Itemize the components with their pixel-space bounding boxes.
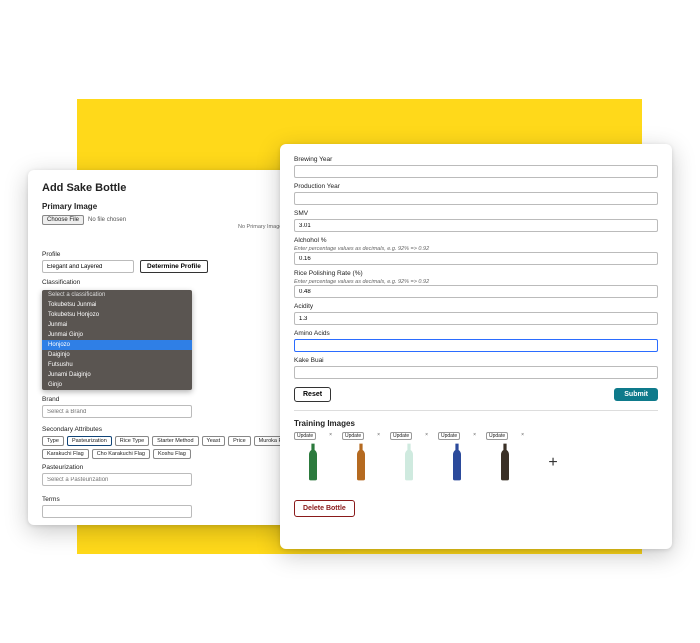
training-thumb: Update × bbox=[390, 432, 428, 482]
kake-buai-input[interactable] bbox=[294, 366, 658, 379]
smv-input[interactable] bbox=[294, 219, 658, 232]
bottle-icon bbox=[350, 442, 372, 482]
brand-select[interactable] bbox=[42, 405, 192, 418]
classification-option[interactable]: Honjozo bbox=[42, 340, 192, 350]
update-thumb-button[interactable]: Update bbox=[390, 432, 412, 440]
classification-option[interactable]: Tokubetsu Honjozo bbox=[42, 310, 192, 320]
classification-option[interactable]: Junmai bbox=[42, 320, 192, 330]
classification-option[interactable]: Daiginjo bbox=[42, 350, 192, 360]
amino-label: Amino Acids bbox=[294, 330, 658, 337]
training-thumb: Update × bbox=[486, 432, 524, 482]
acidity-label: Acidity bbox=[294, 303, 658, 310]
classification-option[interactable]: Junmai Ginjo bbox=[42, 330, 192, 340]
divider bbox=[294, 410, 658, 411]
attribute-chip[interactable]: Cho Karakuchi Flag bbox=[92, 449, 150, 459]
choose-file-button[interactable]: Choose File bbox=[42, 215, 84, 225]
brewing-year-label: Brewing Year bbox=[294, 156, 658, 163]
pasteurization-select[interactable] bbox=[42, 473, 192, 486]
smv-label: SMV bbox=[294, 210, 658, 217]
bottle-icon bbox=[302, 442, 324, 482]
alcohol-input[interactable] bbox=[294, 252, 658, 265]
no-file-text: No file chosen bbox=[88, 217, 126, 223]
remove-thumb-button[interactable]: × bbox=[329, 432, 332, 440]
classification-option[interactable]: Ginjo bbox=[42, 380, 192, 390]
classification-option-placeholder: Select a classification bbox=[42, 290, 192, 300]
attribute-chip[interactable]: Rice Type bbox=[115, 436, 149, 446]
profile-select[interactable] bbox=[42, 260, 134, 273]
delete-bottle-button[interactable]: Delete Bottle bbox=[294, 500, 355, 517]
terms-select[interactable] bbox=[42, 505, 192, 518]
polishing-label: Rice Polishing Rate (%) bbox=[294, 270, 658, 277]
alcohol-label: Alchohol % bbox=[294, 237, 658, 244]
kake-buai-label: Kake Buai bbox=[294, 357, 658, 364]
attribute-chip[interactable]: Koshu Flag bbox=[153, 449, 191, 459]
bottle-icon bbox=[446, 442, 468, 482]
training-images-row: Update × Update × Update × Update × Update × + bbox=[294, 432, 658, 488]
add-training-image-button[interactable]: + bbox=[534, 438, 572, 488]
remove-thumb-button[interactable]: × bbox=[377, 432, 380, 440]
bottle-icon bbox=[494, 442, 516, 482]
acidity-input[interactable] bbox=[294, 312, 658, 325]
attribute-chip[interactable]: Yeast bbox=[202, 436, 226, 446]
remove-thumb-button[interactable]: × bbox=[425, 432, 428, 440]
attribute-chip[interactable]: Type bbox=[42, 436, 64, 446]
remove-thumb-button[interactable]: × bbox=[521, 432, 524, 440]
reset-button[interactable]: Reset bbox=[294, 387, 331, 402]
polishing-input[interactable] bbox=[294, 285, 658, 298]
update-thumb-button[interactable]: Update bbox=[438, 432, 460, 440]
training-thumb: Update × bbox=[342, 432, 380, 482]
determine-profile-button[interactable]: Determine Profile bbox=[140, 260, 208, 273]
bottle-details-panel: Brewing Year Production Year SMV Alchoho… bbox=[280, 144, 672, 549]
update-thumb-button[interactable]: Update bbox=[342, 432, 364, 440]
update-thumb-button[interactable]: Update bbox=[486, 432, 508, 440]
bottle-icon bbox=[398, 442, 420, 482]
attribute-chip[interactable]: Price bbox=[228, 436, 251, 446]
training-thumb: Update × bbox=[294, 432, 332, 482]
attribute-chip[interactable]: Starter Method bbox=[152, 436, 198, 446]
classification-option[interactable]: Tokubetsu Junmai bbox=[42, 300, 192, 310]
remove-thumb-button[interactable]: × bbox=[473, 432, 476, 440]
submit-button[interactable]: Submit bbox=[614, 388, 658, 401]
production-year-label: Production Year bbox=[294, 183, 658, 190]
classification-option[interactable]: Futsushu bbox=[42, 360, 192, 370]
production-year-input[interactable] bbox=[294, 192, 658, 205]
update-thumb-button[interactable]: Update bbox=[294, 432, 316, 440]
no-primary-image-note: No Primary Image bbox=[238, 224, 282, 230]
amino-input[interactable] bbox=[294, 339, 658, 352]
attribute-chip[interactable]: Pasteurization bbox=[67, 436, 112, 446]
classification-option[interactable]: Junami Daiginjo bbox=[42, 370, 192, 380]
training-images-label: Training Images bbox=[294, 419, 658, 428]
attribute-chip[interactable]: Karakuchi Flag bbox=[42, 449, 89, 459]
brewing-year-input[interactable] bbox=[294, 165, 658, 178]
training-thumb: Update × bbox=[438, 432, 476, 482]
